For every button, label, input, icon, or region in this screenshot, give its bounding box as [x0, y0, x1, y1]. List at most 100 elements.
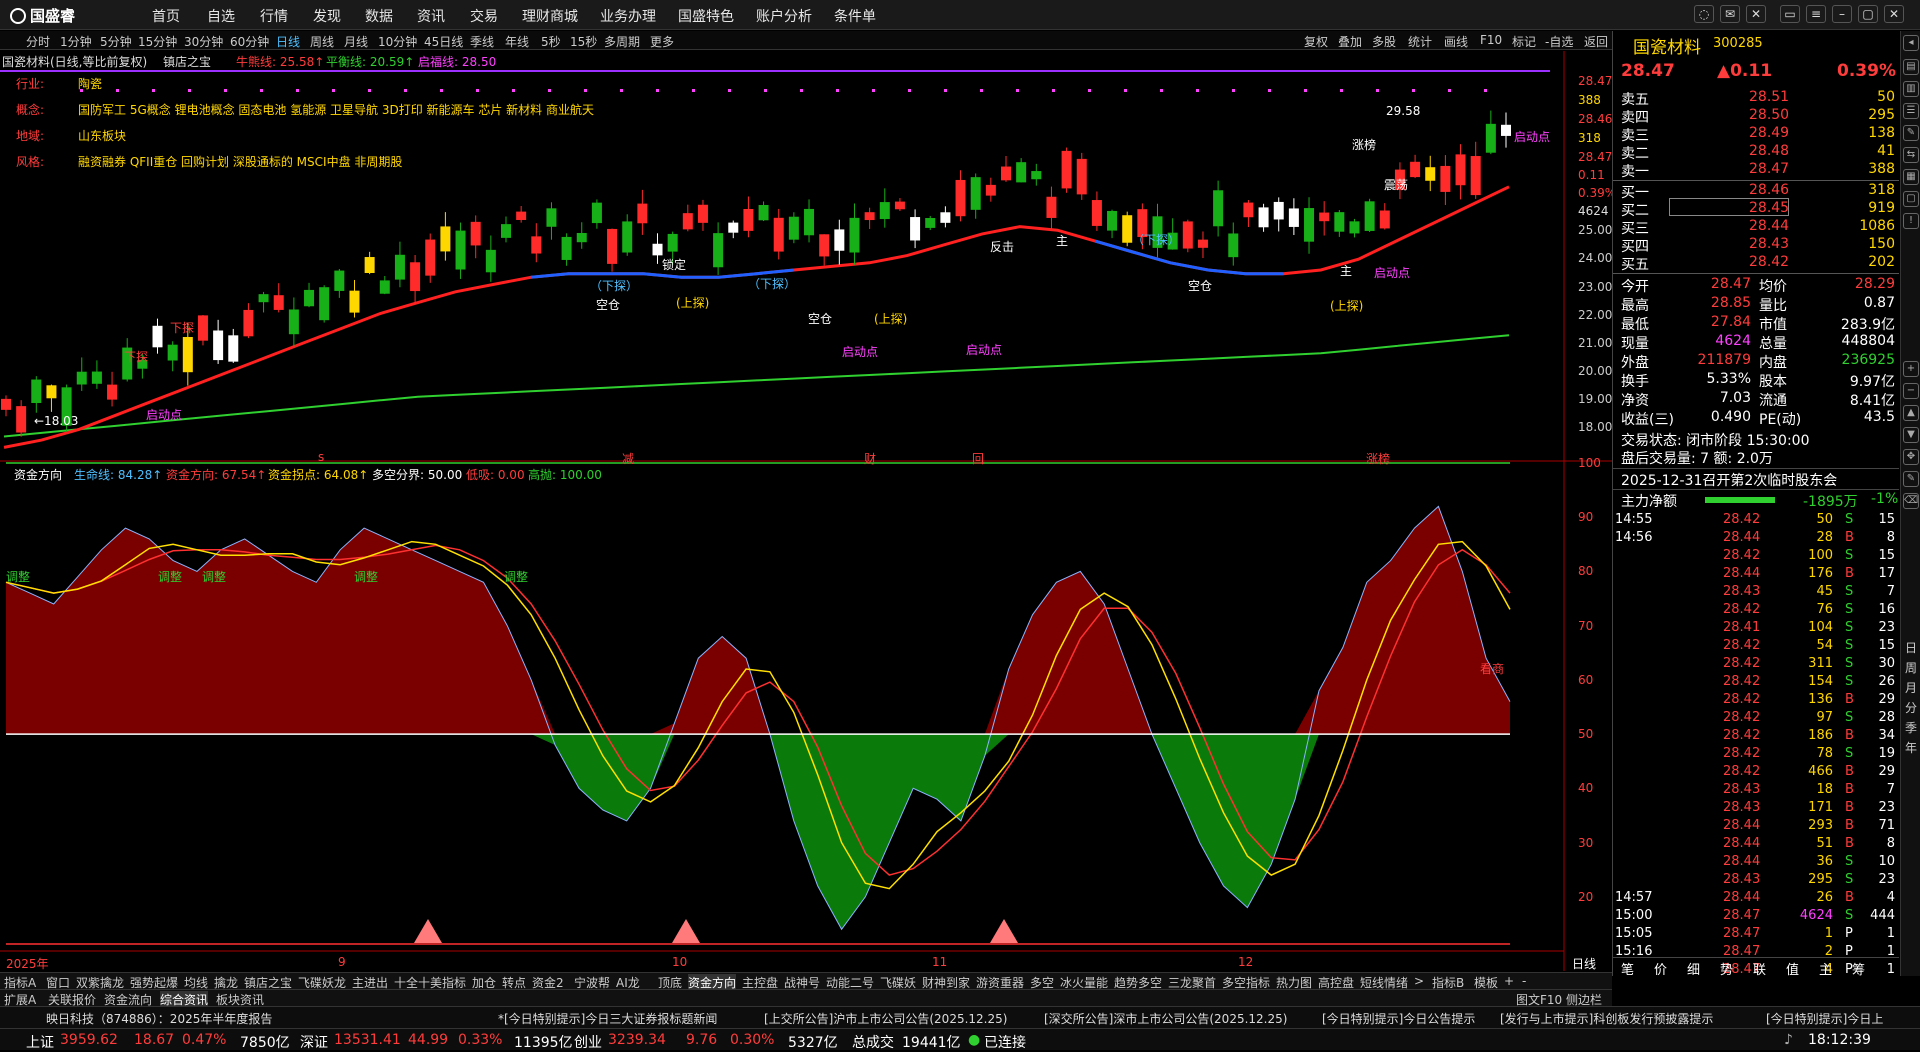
menu-trade[interactable]: 交易 [470, 6, 498, 26]
bid-price[interactable]: 28.42 [1749, 254, 1789, 270]
indicator-name-main[interactable]: 镇店之宝 [163, 53, 211, 70]
tool-statistics[interactable]: 统计 [1408, 33, 1432, 50]
bid-price[interactable]: 28.43 [1749, 236, 1789, 252]
app-logo[interactable]: 国盛睿 [10, 5, 75, 26]
cy-label[interactable]: 创业 [574, 1032, 602, 1052]
quote-tab[interactable]: 主 [1819, 959, 1832, 978]
sidebar-day[interactable]: 日 [1905, 639, 1917, 656]
sidebar-month[interactable]: 月 [1905, 679, 1917, 696]
menu-account-analysis[interactable]: 账户分析 [756, 6, 812, 26]
ask-price[interactable]: 28.48 [1749, 143, 1789, 159]
menu-market[interactable]: 行情 [260, 6, 288, 26]
ask-price[interactable]: 28.49 [1749, 125, 1789, 141]
menu-business[interactable]: 业务办理 [600, 6, 656, 26]
event-mark[interactable]: 财 [864, 450, 876, 467]
zoom-out-icon[interactable]: − [1903, 383, 1919, 399]
event-mark[interactable]: 涨榜 [1366, 450, 1390, 467]
chart-area[interactable] [0, 51, 1612, 971]
menu-data[interactable]: 数据 [365, 6, 393, 26]
sh-label[interactable]: 上证 [26, 1032, 54, 1052]
restore-icon[interactable]: ▢ [1858, 5, 1878, 23]
eraser-icon[interactable]: ⌫ [1903, 493, 1919, 509]
period-year[interactable]: 年线 [505, 33, 529, 50]
quote-tab[interactable]: 值 [1786, 959, 1799, 978]
news-item[interactable]: [上交所公告]沪市上市公司公告(2025.12.25) [764, 1010, 1007, 1027]
indicator-tab[interactable]: + [1504, 974, 1514, 988]
ask-price[interactable]: 28.47 [1749, 161, 1789, 177]
sz-label[interactable]: 深证 [300, 1032, 328, 1052]
period-5s[interactable]: 5秒 [541, 33, 561, 50]
period-15s[interactable]: 15秒 [570, 33, 597, 50]
bid-price[interactable]: 28.46 [1749, 182, 1789, 198]
down-icon[interactable]: ▼ [1903, 427, 1919, 443]
menu-watchlist[interactable]: 自选 [207, 6, 235, 26]
chat-icon[interactable]: ◌ [1694, 5, 1714, 23]
tool-f10[interactable]: F10 [1480, 33, 1502, 47]
period-10min[interactable]: 10分钟 [378, 33, 417, 50]
bid-price[interactable]: 28.44 [1749, 218, 1789, 234]
sidebar-quarter[interactable]: 季 [1905, 719, 1917, 736]
expand-icon[interactable]: ◂ [1903, 35, 1919, 51]
period-weekly[interactable]: 周线 [310, 33, 334, 50]
period-quarter[interactable]: 季线 [470, 33, 494, 50]
quote-tab[interactable]: 势 [1720, 959, 1733, 978]
quote-tab[interactable]: 联 [1753, 959, 1766, 978]
period-15min[interactable]: 15分钟 [138, 33, 177, 50]
news-item[interactable]: [今日特别提示]今日上 [1766, 1010, 1883, 1027]
news-item[interactable]: *[今日特别提示]今日三大证券报标题新闻 [498, 1010, 717, 1027]
tool-draw[interactable]: 画线 [1444, 33, 1468, 50]
menu-home[interactable]: 首页 [152, 6, 180, 26]
event-mark[interactable]: 回 [972, 450, 984, 467]
quote-tab[interactable]: 细 [1687, 959, 1700, 978]
sidebar-week[interactable]: 周 [1905, 659, 1917, 676]
menu-news[interactable]: 资讯 [417, 6, 445, 26]
period-1min[interactable]: 1分钟 [60, 33, 92, 50]
period-5min[interactable]: 5分钟 [100, 33, 132, 50]
compare-icon[interactable]: ⇆ [1903, 147, 1919, 163]
x-axis-period[interactable]: 日线 [1572, 955, 1596, 972]
menu-conditional-order[interactable]: 条件单 [834, 6, 876, 26]
up-icon[interactable]: ▲ [1903, 405, 1919, 421]
news-item[interactable]: [发行与上市提示]科创板发行预披露提示 [1500, 1010, 1713, 1027]
sidebar-year[interactable]: 年 [1905, 739, 1917, 756]
tool-adjust[interactable]: 复权 [1304, 33, 1328, 50]
menu-discover[interactable]: 发现 [313, 6, 341, 26]
period-multi[interactable]: 多周期 [604, 33, 640, 50]
chart-icon[interactable]: ▥ [1903, 81, 1919, 97]
quote-tab[interactable]: 价 [1654, 959, 1667, 978]
menu-icon[interactable]: ≡ [1806, 5, 1826, 23]
indicator-tab[interactable]: - [1522, 974, 1526, 988]
tool-icon[interactable]: ✎ [1903, 125, 1919, 141]
quote-tab[interactable]: 筹 [1852, 959, 1865, 978]
period-60min[interactable]: 60分钟 [230, 33, 269, 50]
close-icon[interactable]: ✕ [1884, 5, 1904, 23]
period-tick[interactable]: 分时 [26, 33, 50, 50]
menu-wealth-mall[interactable]: 理财商城 [522, 6, 578, 26]
notice[interactable]: 2025-12-31召开第2次临时股东会 [1621, 470, 1837, 490]
news-item[interactable]: [今日特别提示]今日公告提示 [1322, 1010, 1475, 1027]
tool-remove-watch[interactable]: -自选 [1545, 33, 1573, 50]
move-icon[interactable]: ✥ [1903, 449, 1919, 465]
calc-icon[interactable]: ▢ [1903, 191, 1919, 207]
quote-tab[interactable]: 笔 [1621, 959, 1634, 978]
alert-icon[interactable]: ! [1903, 213, 1919, 229]
zoom-in-icon[interactable]: + [1903, 361, 1919, 377]
sidebar-minute[interactable]: 分 [1905, 699, 1917, 716]
event-mark[interactable]: 减 [622, 450, 634, 467]
tool-back[interactable]: 返回 [1584, 33, 1608, 50]
message-icon[interactable]: ✉ [1720, 5, 1740, 23]
period-daily[interactable]: 日线 [276, 33, 300, 50]
period-monthly[interactable]: 月线 [344, 33, 368, 50]
ask-price[interactable]: 28.50 [1749, 107, 1789, 123]
tool-multi-stock[interactable]: 多股 [1372, 33, 1396, 50]
skin-icon[interactable]: ▭ [1780, 5, 1800, 23]
minimize-icon[interactable]: – [1832, 5, 1852, 23]
news-item[interactable]: 映日科技（874886）：2025年半年度报告 [46, 1010, 272, 1027]
indicator-tab[interactable]: > [1414, 974, 1424, 988]
grid-icon[interactable]: ▦ [1903, 169, 1919, 185]
ask-price[interactable]: 28.51 [1749, 89, 1789, 105]
quote-icon[interactable]: ▤ [1903, 59, 1919, 75]
indicator-title[interactable]: 资金方向 [14, 466, 62, 483]
list-icon[interactable]: ☰ [1903, 103, 1919, 119]
close-window-icon[interactable]: ✕ [1746, 5, 1766, 23]
